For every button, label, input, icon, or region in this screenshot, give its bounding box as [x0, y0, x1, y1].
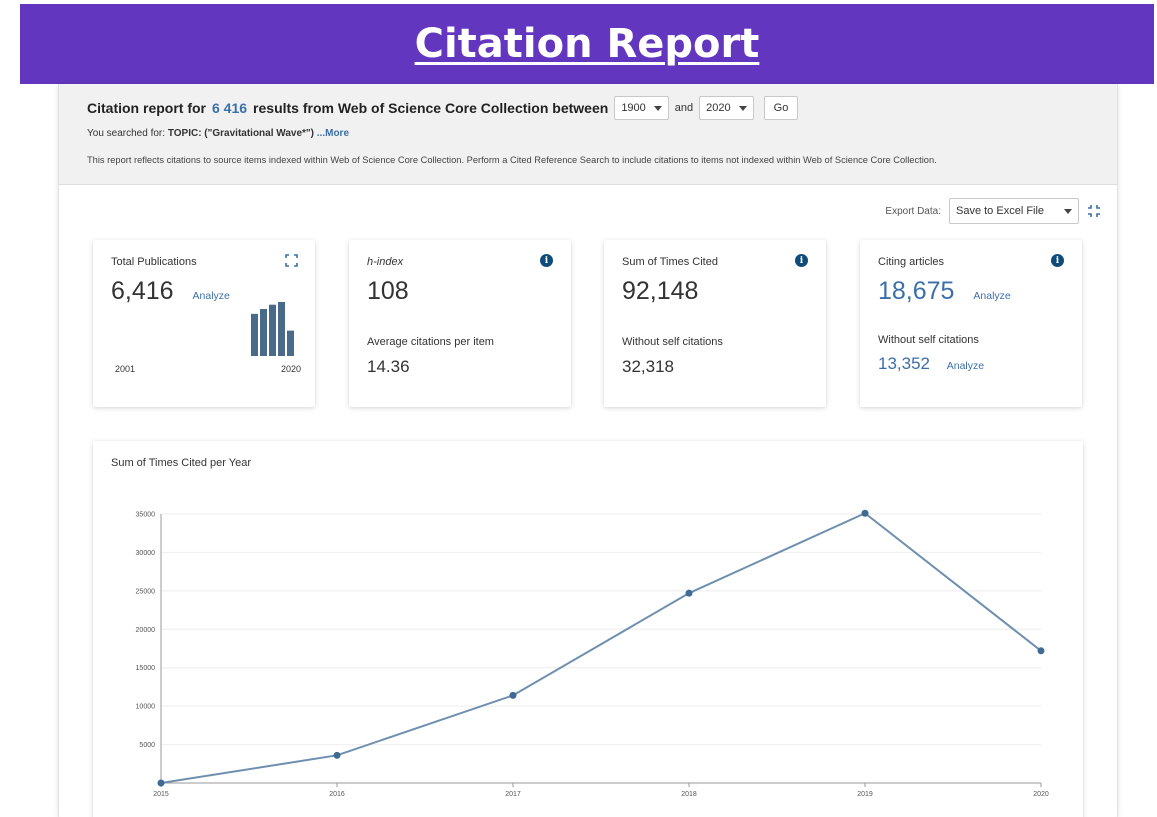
from-year-select[interactable]: 1900 [614, 96, 669, 120]
average-citations-value: 14.36 [367, 357, 410, 376]
report-title-prefix: Citation report for [87, 100, 206, 116]
x-tick-label: 2020 [1033, 791, 1049, 798]
total-publications-label: Total Publications [111, 256, 197, 268]
mini-chart-start-year: 2001 [115, 364, 136, 374]
more-link[interactable]: ...More [317, 128, 349, 139]
citing-without-self-value[interactable]: 13,352 [878, 354, 930, 373]
result-count-link[interactable]: 6 416 [212, 100, 247, 116]
report-note: This report reflects citations to source… [87, 155, 937, 165]
x-tick-label: 2019 [857, 791, 873, 798]
info-icon[interactable]: i [1051, 254, 1064, 267]
data-point[interactable] [1037, 647, 1045, 655]
average-citations-label: Average citations per item [367, 336, 494, 348]
report-title-suffix: results from Web of Science Core Collect… [253, 100, 609, 116]
y-tick-label: 5000 [139, 742, 155, 749]
times-cited-per-year-chart: Sum of Times Cited per Year 5000 10000 150… [93, 441, 1083, 817]
searched-prefix: You searched for: [87, 128, 166, 139]
mini-chart-bar [251, 313, 258, 356]
chevron-down-icon [1064, 208, 1072, 214]
mini-chart-bar [260, 309, 267, 356]
export-data-label: Export Data: [885, 205, 941, 217]
report-title-row: Citation report for 6 416 results from W… [87, 96, 799, 120]
data-point[interactable] [861, 509, 869, 517]
total-publications-analyze-link[interactable]: Analyze [193, 290, 230, 302]
h-index-label: h-index [367, 256, 404, 268]
times-cited-value: 92,148 [622, 277, 699, 305]
data-point[interactable] [509, 691, 517, 699]
y-tick-label: 30000 [136, 550, 156, 557]
from-year-value: 1900 [621, 102, 646, 114]
export-select-value: Save to Excel File [956, 205, 1045, 217]
line-chart-svg: 5000 10000 15000 20000 25000 30000 35000 2015 20… [136, 509, 1049, 798]
export-row: Export Data: Save to Excel File [885, 198, 1101, 224]
data-point[interactable] [157, 779, 165, 787]
times-cited-label: Sum of Times Cited [622, 256, 718, 268]
times-cited-without-self-label: Without self citations [622, 336, 723, 348]
h-index-card: h-index i 108 Average citations per item… [349, 240, 571, 407]
citing-articles-analyze-link[interactable]: Analyze [973, 290, 1010, 302]
mini-chart-bar [287, 330, 294, 356]
info-icon[interactable]: i [795, 254, 808, 267]
total-publications-value-row: 6,416 Analyze [111, 277, 230, 306]
citing-articles-label: Citing articles [878, 256, 945, 268]
citing-without-self-analyze-link[interactable]: Analyze [947, 360, 984, 372]
x-tick-label: 2016 [329, 791, 345, 798]
and-label: and [674, 102, 694, 114]
h-index-value: 108 [367, 277, 409, 305]
data-point[interactable] [333, 751, 341, 759]
banner-title: Citation Report [414, 21, 760, 67]
times-cited-card: Sum of Times Cited i 92,148 Without self… [604, 240, 826, 407]
mini-chart-bar [269, 304, 276, 356]
total-publications-value: 6,416 [111, 277, 174, 305]
times-cited-without-self-value: 32,318 [622, 357, 674, 376]
data-point[interactable] [685, 589, 693, 597]
citing-articles-value[interactable]: 18,675 [878, 277, 954, 305]
y-tick-label: 15000 [136, 665, 156, 672]
collapse-icon[interactable] [1087, 204, 1101, 218]
chevron-down-icon [738, 105, 747, 111]
expand-icon[interactable] [285, 254, 298, 267]
y-tick-label: 35000 [136, 512, 156, 519]
y-tick-label: 25000 [136, 588, 156, 595]
y-tick-label: 20000 [136, 627, 156, 634]
searched-topic: TOPIC: ("Gravitational Wave*") [167, 128, 314, 139]
publications-mini-chart [251, 302, 294, 356]
banner: Citation Report [20, 4, 1154, 84]
citation-report-frame: Citation report for 6 416 results from W… [58, 84, 1118, 817]
citing-articles-card: Citing articles i 18,675 Analyze Without… [860, 240, 1082, 407]
report-header: Citation report for 6 416 results from W… [59, 84, 1117, 185]
citing-without-self-label: Without self citations [878, 334, 979, 346]
export-select[interactable]: Save to Excel File [949, 198, 1079, 224]
mini-chart-end-year: 2020 [281, 364, 302, 374]
total-publications-card: Total Publications 6,416 Analyze 2001 20… [93, 240, 315, 407]
go-button[interactable]: Go [763, 96, 799, 120]
citing-without-self-row: 13,352 Analyze [878, 354, 984, 374]
citing-articles-value-row: 18,675 Analyze [878, 277, 1011, 306]
chevron-down-icon [653, 105, 662, 111]
x-tick-label: 2017 [505, 791, 521, 798]
to-year-value: 2020 [706, 102, 731, 114]
info-icon[interactable]: i [540, 254, 553, 267]
series-line [160, 512, 1042, 784]
to-year-select[interactable]: 2020 [699, 96, 754, 120]
y-tick-label: 10000 [136, 704, 156, 711]
x-tick-label: 2018 [681, 791, 697, 798]
mini-chart-bar [278, 302, 285, 356]
searched-for-line: You searched for: TOPIC: ("Gravitational… [87, 128, 349, 139]
x-tick-label: 2015 [153, 791, 169, 798]
